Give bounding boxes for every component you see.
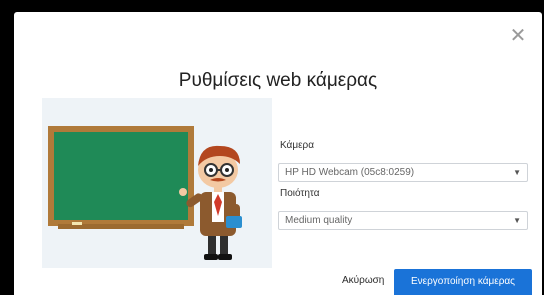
cancel-button[interactable]: Ακύρωση	[342, 275, 384, 286]
quality-label: Ποιότητα	[280, 188, 320, 199]
close-icon[interactable]: ✕	[508, 26, 528, 46]
quality-select[interactable]: Medium quality ▼	[278, 211, 528, 230]
chalk	[72, 222, 82, 225]
dialog-title: Ρυθμίσεις web κάμερας	[178, 70, 378, 91]
camera-label: Κάμερα	[280, 140, 315, 151]
camera-select[interactable]: HP HD Webcam (05c8:0259) ▼	[278, 163, 528, 182]
chevron-down-icon: ▼	[513, 216, 521, 225]
teacher-illustration	[42, 98, 272, 268]
chalkboard	[54, 132, 188, 220]
enable-camera-button[interactable]: Ενεργοποίηση κάμερας	[394, 269, 532, 295]
camera-select-value: HP HD Webcam (05c8:0259)	[285, 167, 415, 178]
chevron-down-icon: ▼	[513, 168, 521, 177]
quality-select-value: Medium quality	[285, 215, 353, 226]
webcam-settings-dialog: ✕ Ρυθμίσεις web κάμερας Κάμερα HP HD Web…	[14, 12, 542, 295]
